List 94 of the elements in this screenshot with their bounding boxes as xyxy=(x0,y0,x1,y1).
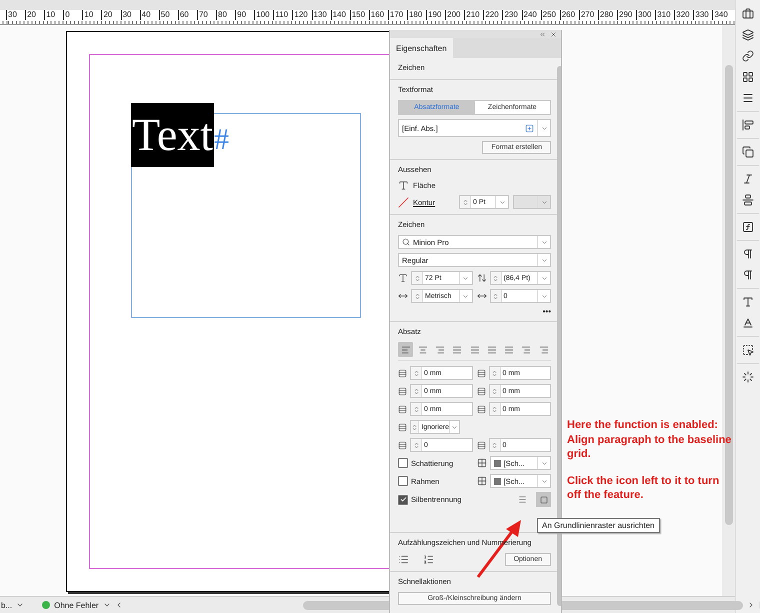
checkbox[interactable] xyxy=(398,494,408,504)
tracking-icon xyxy=(476,291,486,301)
kerning-icon xyxy=(398,291,408,301)
leading-icon xyxy=(476,273,486,283)
drop-cap-lines-icon xyxy=(398,440,407,450)
chevron-down-icon xyxy=(462,292,469,300)
indent-left-icon xyxy=(398,368,407,378)
preflight-status[interactable]: Ohne Fehler xyxy=(54,600,99,610)
selection-icon[interactable] xyxy=(742,344,754,356)
collapse-icon xyxy=(539,30,546,38)
stepper-icon xyxy=(462,198,468,206)
stepper-icon xyxy=(491,442,498,448)
more-options[interactable]: ••• xyxy=(542,307,551,316)
page-selector[interactable]: b... xyxy=(1,600,12,610)
stepper-icon xyxy=(491,388,498,394)
lines-icon xyxy=(518,495,527,504)
stepper-icon xyxy=(412,406,420,412)
fill-icon xyxy=(398,180,409,191)
chevron-down-icon xyxy=(540,124,548,132)
checkmark-icon xyxy=(400,496,406,503)
stepper-icon xyxy=(412,442,420,448)
space-after-icon xyxy=(476,404,486,414)
numbered-list-icon xyxy=(423,554,434,565)
swatches-icon[interactable] xyxy=(742,71,754,83)
lines-icon[interactable] xyxy=(742,92,754,104)
square-icon xyxy=(540,496,548,504)
tooltip: An Grundlinienraster ausrichten xyxy=(537,518,660,533)
close-icon xyxy=(550,30,557,38)
stepper-icon xyxy=(411,424,418,430)
checkbox[interactable] xyxy=(398,458,408,468)
stepper-icon xyxy=(414,292,420,300)
chevron-down-icon xyxy=(540,274,548,282)
first-line-indent-icon xyxy=(398,386,407,396)
align-icon[interactable] xyxy=(742,119,754,131)
justify-icon xyxy=(504,344,514,354)
stepper-icon xyxy=(491,370,498,376)
chevron-down-icon xyxy=(451,424,458,430)
swatch xyxy=(494,478,500,484)
stepper-icon xyxy=(492,274,499,282)
glyph-icon[interactable] xyxy=(742,317,754,329)
chevron-down-icon xyxy=(540,478,548,484)
chevron-down-icon xyxy=(540,256,548,264)
end-of-story-marker: # xyxy=(214,124,229,156)
stepper-icon xyxy=(412,388,420,394)
stepper-icon xyxy=(412,370,420,376)
align-center-icon xyxy=(418,344,428,354)
space-before-icon xyxy=(398,404,407,414)
character-style-icon[interactable] xyxy=(742,173,754,185)
annotation-text: Here the function is enabled: Align paragraph to the baseline grid. xyxy=(567,418,732,462)
swatch-grid-icon xyxy=(476,476,486,486)
font-size-icon xyxy=(398,273,408,283)
chevron-down-icon xyxy=(462,274,469,282)
paragraph-icon[interactable] xyxy=(742,248,754,260)
paragraph-style-icon[interactable] xyxy=(742,269,754,281)
swatch-grid-icon xyxy=(476,458,486,468)
character-icon[interactable] xyxy=(742,296,754,308)
justify-icon xyxy=(486,344,497,354)
search-icon xyxy=(402,238,410,246)
annotation-text: Click the icon left to it to turn off the feature. xyxy=(567,474,720,502)
chevron-down-icon xyxy=(540,292,548,300)
drop-cap-chars-icon xyxy=(476,440,486,450)
chevron-down-icon xyxy=(102,601,111,609)
ruler: 30 20 10 0 10 20 30 40 50 60 70 80 90 100 110 120 130 140 150 160 170 180 190 200 210 220 230 240 250 260 270 280 290 300 310 320 330 340 xyxy=(0,10,735,25)
last-line-indent-icon xyxy=(476,386,486,396)
checkbox[interactable] xyxy=(398,476,408,486)
selected-text: Text xyxy=(131,103,214,167)
chevron-down-icon xyxy=(540,460,548,466)
function-icon[interactable] xyxy=(742,221,754,233)
loading-icon[interactable] xyxy=(742,371,754,383)
pathfinder-icon[interactable] xyxy=(742,146,754,158)
align-right-icon xyxy=(538,344,548,354)
justify-icon xyxy=(470,344,480,354)
chevron-down-icon xyxy=(498,198,506,206)
align-right-icon xyxy=(521,344,532,354)
stepper-icon xyxy=(492,292,499,300)
stroke-icon xyxy=(398,196,409,208)
new-style-icon xyxy=(525,124,534,132)
layers-icon[interactable] xyxy=(742,29,754,41)
stepper-icon xyxy=(414,274,420,282)
chevron-down-icon xyxy=(16,601,24,609)
chevron-down-icon xyxy=(540,198,548,206)
swatch xyxy=(494,460,500,466)
align-right-icon xyxy=(435,344,445,354)
text-wrap-icon[interactable] xyxy=(742,194,754,206)
alignment-button[interactable] xyxy=(398,342,413,357)
justify-icon xyxy=(452,344,462,354)
baseline-grid-icon xyxy=(398,422,407,432)
chevron-down-icon xyxy=(540,238,548,246)
indent-right-icon xyxy=(476,368,486,378)
align-left-icon xyxy=(400,344,410,354)
library-icon[interactable] xyxy=(742,8,754,20)
panel-tab[interactable]: Eigenschaften xyxy=(390,38,453,58)
stepper-icon xyxy=(491,406,498,412)
links-icon[interactable] xyxy=(742,50,754,62)
